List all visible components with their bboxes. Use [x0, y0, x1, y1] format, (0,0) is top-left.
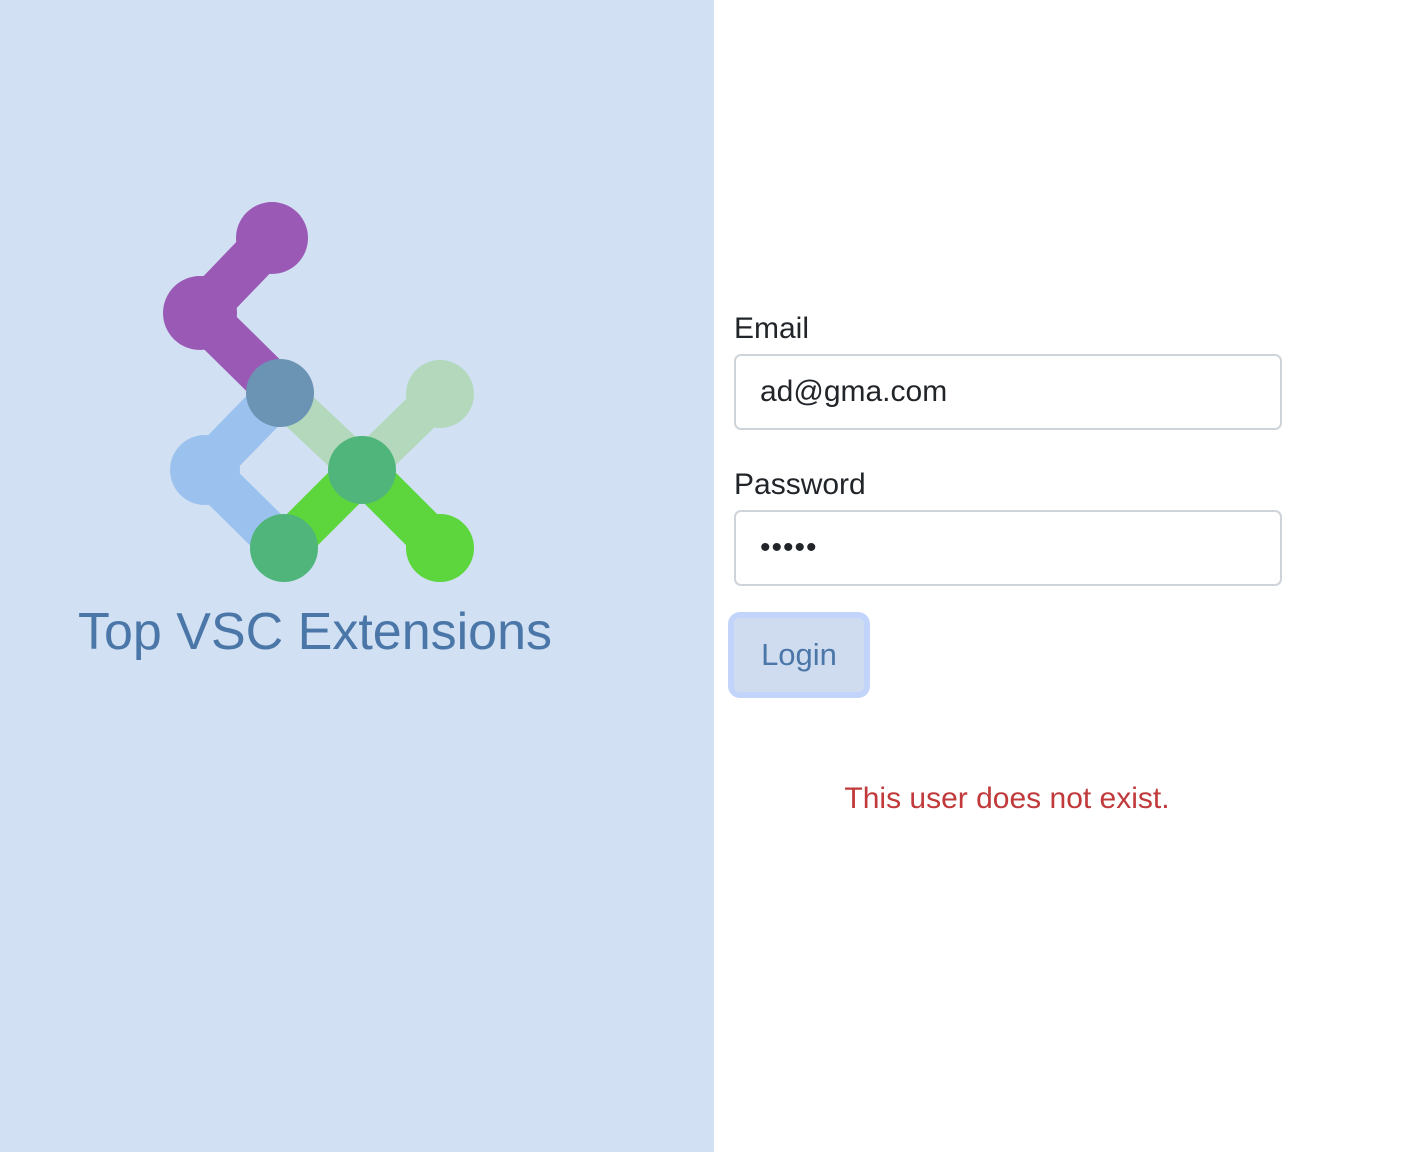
login-page: Top VSC Extensions Email Password Login …	[0, 0, 1410, 1152]
molecule-network-logo-icon	[163, 202, 474, 582]
password-field[interactable]	[734, 510, 1282, 586]
email-field[interactable]	[734, 354, 1282, 430]
brand-panel: Top VSC Extensions	[0, 0, 714, 1152]
login-button[interactable]: Login	[728, 612, 870, 698]
password-label: Password	[734, 468, 866, 501]
error-message: This user does not exist.	[844, 782, 1170, 815]
login-form: Email Password Login This user does not …	[714, 0, 1410, 1152]
brand-title: Top VSC Extensions	[78, 603, 553, 661]
email-label: Email	[734, 312, 810, 345]
